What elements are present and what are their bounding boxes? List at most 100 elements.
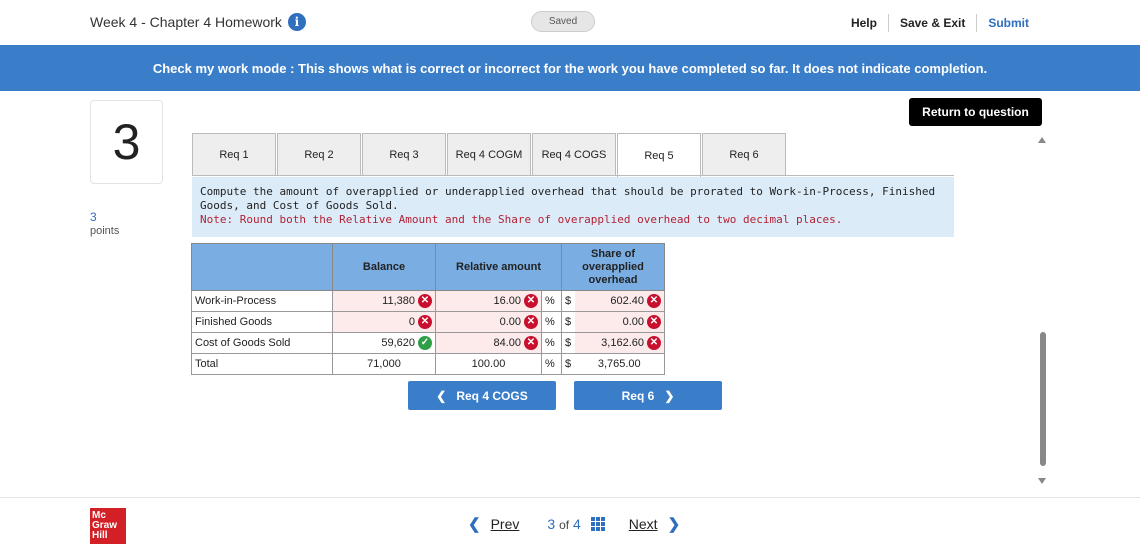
row-label: Cost of Goods Sold bbox=[191, 332, 333, 354]
total-balance: 71,000 bbox=[332, 353, 436, 375]
assignment-title: Week 4 - Chapter 4 Homework i bbox=[90, 13, 306, 31]
help-link[interactable]: Help bbox=[840, 16, 888, 30]
question-number: 3 bbox=[90, 100, 163, 184]
grid-icon[interactable] bbox=[590, 517, 605, 531]
instructions-text: Compute the amount of overapplied or und… bbox=[200, 185, 936, 212]
points-label: points bbox=[90, 225, 120, 237]
table-row: Cost of Goods Sold 59,620 ✓ 84.00 ✕ % $ 3,… bbox=[191, 332, 665, 354]
share-input[interactable]: 3,162.60 ✕ bbox=[574, 332, 665, 354]
page-count: 3 of 4 bbox=[547, 516, 580, 532]
balance-input[interactable]: 0 ✕ bbox=[332, 311, 436, 333]
tab-req-5[interactable]: Req 5 bbox=[617, 133, 701, 177]
prev-req-label: Req 4 COGS bbox=[456, 388, 528, 403]
relative-input[interactable]: 16.00 ✕ bbox=[435, 290, 542, 312]
share-value: 3,162.60 bbox=[601, 336, 644, 349]
chevron-right-icon[interactable]: ❯ bbox=[668, 515, 681, 533]
save-exit-link[interactable]: Save & Exit bbox=[889, 16, 976, 30]
incorrect-icon: ✕ bbox=[418, 315, 432, 329]
incorrect-icon: ✕ bbox=[524, 315, 538, 329]
incorrect-icon: ✕ bbox=[647, 315, 661, 329]
dollar-sign: $ bbox=[561, 353, 575, 375]
balance-input[interactable]: 59,620 ✓ bbox=[332, 332, 436, 354]
table-row: Work-in-Process 11,380 ✕ 16.00 ✕ % $ 602.4… bbox=[191, 290, 665, 312]
balance-value: 11,380 bbox=[382, 294, 415, 307]
requirement-tabs: Req 1 Req 2 Req 3 Req 4 COGM Req 4 COGS … bbox=[192, 133, 786, 177]
correct-check-icon: ✓ bbox=[418, 336, 432, 350]
instructions-note: Note: Round both the Relative Amount and… bbox=[200, 213, 843, 226]
top-links: Help Save & Exit Submit bbox=[840, 14, 1040, 32]
question-pager: ❮ Prev 3 of 4 Next ❯ bbox=[468, 515, 680, 533]
return-to-question-button[interactable]: Return to question bbox=[909, 98, 1042, 126]
percent-sign: % bbox=[541, 332, 562, 354]
header-blank bbox=[191, 243, 333, 291]
points-info: 3 points bbox=[90, 210, 119, 238]
relative-value: 84.00 bbox=[493, 336, 521, 349]
table-row-total: Total 71,000 100.00 % $ 3,765.00 bbox=[191, 353, 665, 375]
row-label: Finished Goods bbox=[191, 311, 333, 333]
header-share: Share of overapplied overhead bbox=[561, 243, 665, 291]
row-label: Total bbox=[191, 353, 333, 375]
logo-line: Hill bbox=[92, 530, 108, 541]
info-icon[interactable]: i bbox=[287, 13, 306, 31]
mcgraw-hill-logo: Mc Graw Hill bbox=[90, 508, 126, 544]
points-value: 3 bbox=[90, 210, 97, 224]
balance-input[interactable]: 11,380 ✕ bbox=[332, 290, 436, 312]
top-bar: Week 4 - Chapter 4 Homework i Saved Help… bbox=[0, 0, 1140, 45]
dollar-sign: $ bbox=[561, 290, 575, 312]
footer: Mc Graw Hill ❮ Prev 3 of 4 Next ❯ bbox=[0, 497, 1140, 548]
incorrect-icon: ✕ bbox=[647, 336, 661, 350]
share-input[interactable]: 602.40 ✕ bbox=[574, 290, 665, 312]
balance-value: 0 bbox=[408, 315, 415, 328]
relative-value: 0.00 bbox=[499, 315, 521, 328]
tab-req-2[interactable]: Req 2 bbox=[277, 133, 361, 176]
dollar-sign: $ bbox=[561, 332, 575, 354]
chevron-right-icon: ❯ bbox=[664, 388, 675, 403]
page-of: of bbox=[559, 518, 570, 532]
prev-question-link[interactable]: Prev bbox=[491, 516, 520, 532]
header-relative: Relative amount bbox=[435, 243, 562, 291]
next-question-link[interactable]: Next bbox=[629, 516, 658, 532]
incorrect-icon: ✕ bbox=[524, 294, 538, 308]
tab-req-6[interactable]: Req 6 bbox=[702, 133, 786, 176]
chevron-left-icon[interactable]: ❮ bbox=[468, 515, 481, 533]
assignment-title-text: Week 4 - Chapter 4 Homework bbox=[90, 14, 282, 30]
incorrect-icon: ✕ bbox=[418, 294, 432, 308]
scroll-up-arrow-icon[interactable] bbox=[1038, 137, 1046, 143]
percent-sign: % bbox=[541, 290, 562, 312]
share-value: 602.40 bbox=[610, 294, 644, 307]
header-balance: Balance bbox=[332, 243, 436, 291]
total-relative: 100.00 bbox=[435, 353, 542, 375]
page-total: 4 bbox=[572, 516, 581, 532]
incorrect-icon: ✕ bbox=[524, 336, 538, 350]
row-label: Work-in-Process bbox=[191, 290, 333, 312]
dollar-sign: $ bbox=[561, 311, 575, 333]
total-share: 3,765.00 bbox=[574, 353, 665, 375]
scroll-down-arrow-icon[interactable] bbox=[1038, 478, 1046, 484]
balance-value: 59,620 bbox=[381, 336, 415, 349]
check-my-work-banner: Check my work mode : This shows what is … bbox=[0, 45, 1140, 91]
tab-req-4-cogs[interactable]: Req 4 COGS bbox=[532, 133, 616, 176]
table-header-row: Balance Relative amount Share of overapp… bbox=[191, 243, 665, 291]
instructions-panel: Compute the amount of overapplied or und… bbox=[192, 177, 954, 237]
percent-sign: % bbox=[541, 353, 562, 375]
relative-input[interactable]: 0.00 ✕ bbox=[435, 311, 542, 333]
percent-sign: % bbox=[541, 311, 562, 333]
share-input[interactable]: 0.00 ✕ bbox=[574, 311, 665, 333]
relative-input[interactable]: 84.00 ✕ bbox=[435, 332, 542, 354]
share-value: 0.00 bbox=[622, 315, 644, 328]
overhead-table: Balance Relative amount Share of overapp… bbox=[191, 243, 665, 375]
prev-req-button[interactable]: ❮ Req 4 COGS bbox=[408, 381, 556, 410]
submit-link[interactable]: Submit bbox=[977, 16, 1040, 30]
tab-req-1[interactable]: Req 1 bbox=[192, 133, 276, 176]
tab-req-4-cogm[interactable]: Req 4 COGM bbox=[447, 133, 531, 176]
page-current: 3 bbox=[547, 516, 556, 532]
relative-value: 16.00 bbox=[493, 294, 521, 307]
table-row: Finished Goods 0 ✕ 0.00 ✕ % $ 0.00 ✕ bbox=[191, 311, 665, 333]
chevron-left-icon: ❮ bbox=[436, 388, 447, 403]
incorrect-icon: ✕ bbox=[647, 294, 661, 308]
next-req-label: Req 6 bbox=[621, 388, 655, 403]
scrollbar-thumb[interactable] bbox=[1040, 332, 1046, 466]
next-req-button[interactable]: Req 6 ❯ bbox=[574, 381, 722, 410]
tab-divider bbox=[192, 175, 954, 176]
tab-req-3[interactable]: Req 3 bbox=[362, 133, 446, 176]
